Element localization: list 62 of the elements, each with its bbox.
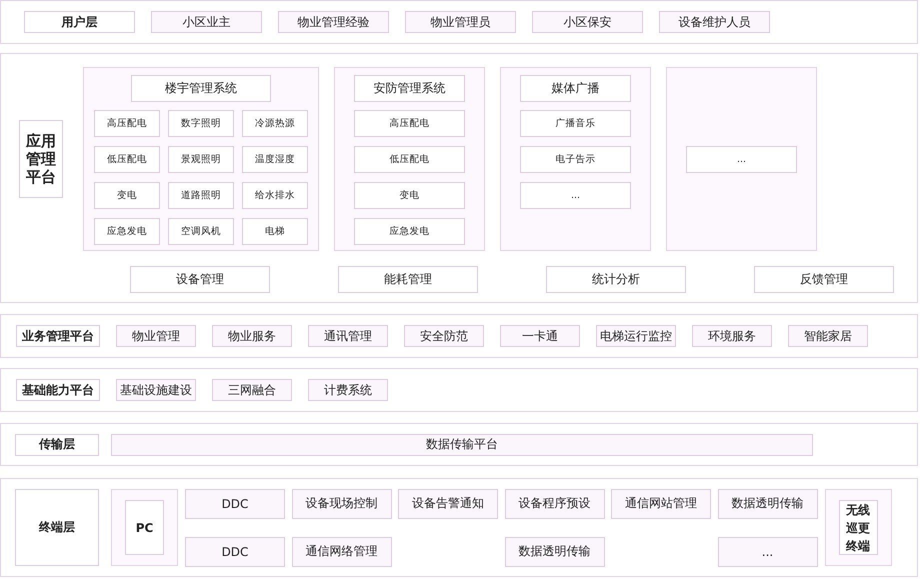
platform-bar: 数据传输平台 bbox=[111, 434, 813, 456]
layer-label: 业务管理平台 bbox=[16, 325, 100, 347]
function-box: 统计分析 bbox=[546, 266, 686, 293]
module-box: 计费系统 bbox=[308, 379, 388, 401]
module-box: 电子告示 bbox=[520, 146, 631, 173]
layer-label: 用户层 bbox=[24, 11, 135, 33]
module-box: 物业服务 bbox=[212, 325, 292, 347]
system-title: 楼宇管理系统 bbox=[131, 75, 271, 102]
module-box: DDC bbox=[185, 536, 285, 566]
module-box: 应急发电 bbox=[94, 218, 160, 245]
module-box: 温度湿度 bbox=[242, 146, 308, 173]
device-box: 无线巡更终端 bbox=[838, 500, 878, 555]
role-box: 物业管理经验 bbox=[278, 11, 389, 33]
module-box: 通信网络管理 bbox=[292, 536, 392, 566]
module-box: 广播音乐 bbox=[520, 110, 631, 137]
module-box: 数据透明传输 bbox=[504, 536, 604, 566]
module-box: ... bbox=[686, 146, 797, 172]
role-box: 小区保安 bbox=[532, 11, 643, 33]
module-box: 应急发电 bbox=[354, 218, 465, 245]
module-box: 通信网站管理 bbox=[611, 488, 711, 518]
module-box: 基础设施建设 bbox=[116, 379, 196, 401]
module-box: DDC bbox=[185, 488, 285, 518]
module-box: 物业管理 bbox=[116, 325, 196, 347]
module-box: ... bbox=[520, 182, 631, 209]
function-box: 能耗管理 bbox=[338, 266, 478, 293]
layer-label: 传输层 bbox=[15, 434, 99, 456]
module-box: 安全防范 bbox=[404, 325, 484, 347]
device-box: PC bbox=[125, 500, 164, 555]
module-box: 冷源热源 bbox=[242, 110, 308, 137]
module-box: 设备现场控制 bbox=[292, 488, 392, 518]
module-box: 设备告警通知 bbox=[398, 488, 498, 518]
module-box: 一卡通 bbox=[500, 325, 580, 347]
function-box: 反馈管理 bbox=[754, 266, 894, 293]
module-box: 三网融合 bbox=[212, 379, 292, 401]
module-box: 变电 bbox=[94, 182, 160, 209]
module-box: 给水排水 bbox=[242, 182, 308, 209]
module-box: 空调风机 bbox=[168, 218, 234, 245]
layer-label: 应用管理平台 bbox=[19, 120, 63, 198]
module-box: 智能家居 bbox=[788, 325, 868, 347]
module-box: 高压配电 bbox=[94, 110, 160, 137]
module-box: 变电 bbox=[354, 182, 465, 209]
function-box: 设备管理 bbox=[130, 266, 270, 293]
layer-label: 基础能力平台 bbox=[16, 379, 100, 401]
module-box: 数据透明传输 bbox=[718, 488, 818, 518]
module-box: 低压配电 bbox=[94, 146, 160, 173]
system-title: 安防管理系统 bbox=[354, 75, 465, 102]
module-box: 电梯运行监控 bbox=[596, 325, 676, 347]
module-box: 环境服务 bbox=[692, 325, 772, 347]
module-box: 电梯 bbox=[242, 218, 308, 245]
module-box: 低压配电 bbox=[354, 146, 465, 173]
module-box: 设备程序预设 bbox=[504, 488, 604, 518]
module-box: ... bbox=[718, 536, 818, 566]
role-box: 设备维护人员 bbox=[659, 11, 770, 33]
system-title: 媒体广播 bbox=[520, 75, 631, 102]
layer-label: 终端层 bbox=[15, 489, 99, 566]
module-box: 景观照明 bbox=[168, 146, 234, 173]
role-box: 物业管理员 bbox=[405, 11, 516, 33]
module-box: 通讯管理 bbox=[308, 325, 388, 347]
module-box: 道路照明 bbox=[168, 182, 234, 209]
module-box: 数字照明 bbox=[168, 110, 234, 137]
module-box: 高压配电 bbox=[354, 110, 465, 137]
role-box: 小区业主 bbox=[151, 11, 262, 33]
